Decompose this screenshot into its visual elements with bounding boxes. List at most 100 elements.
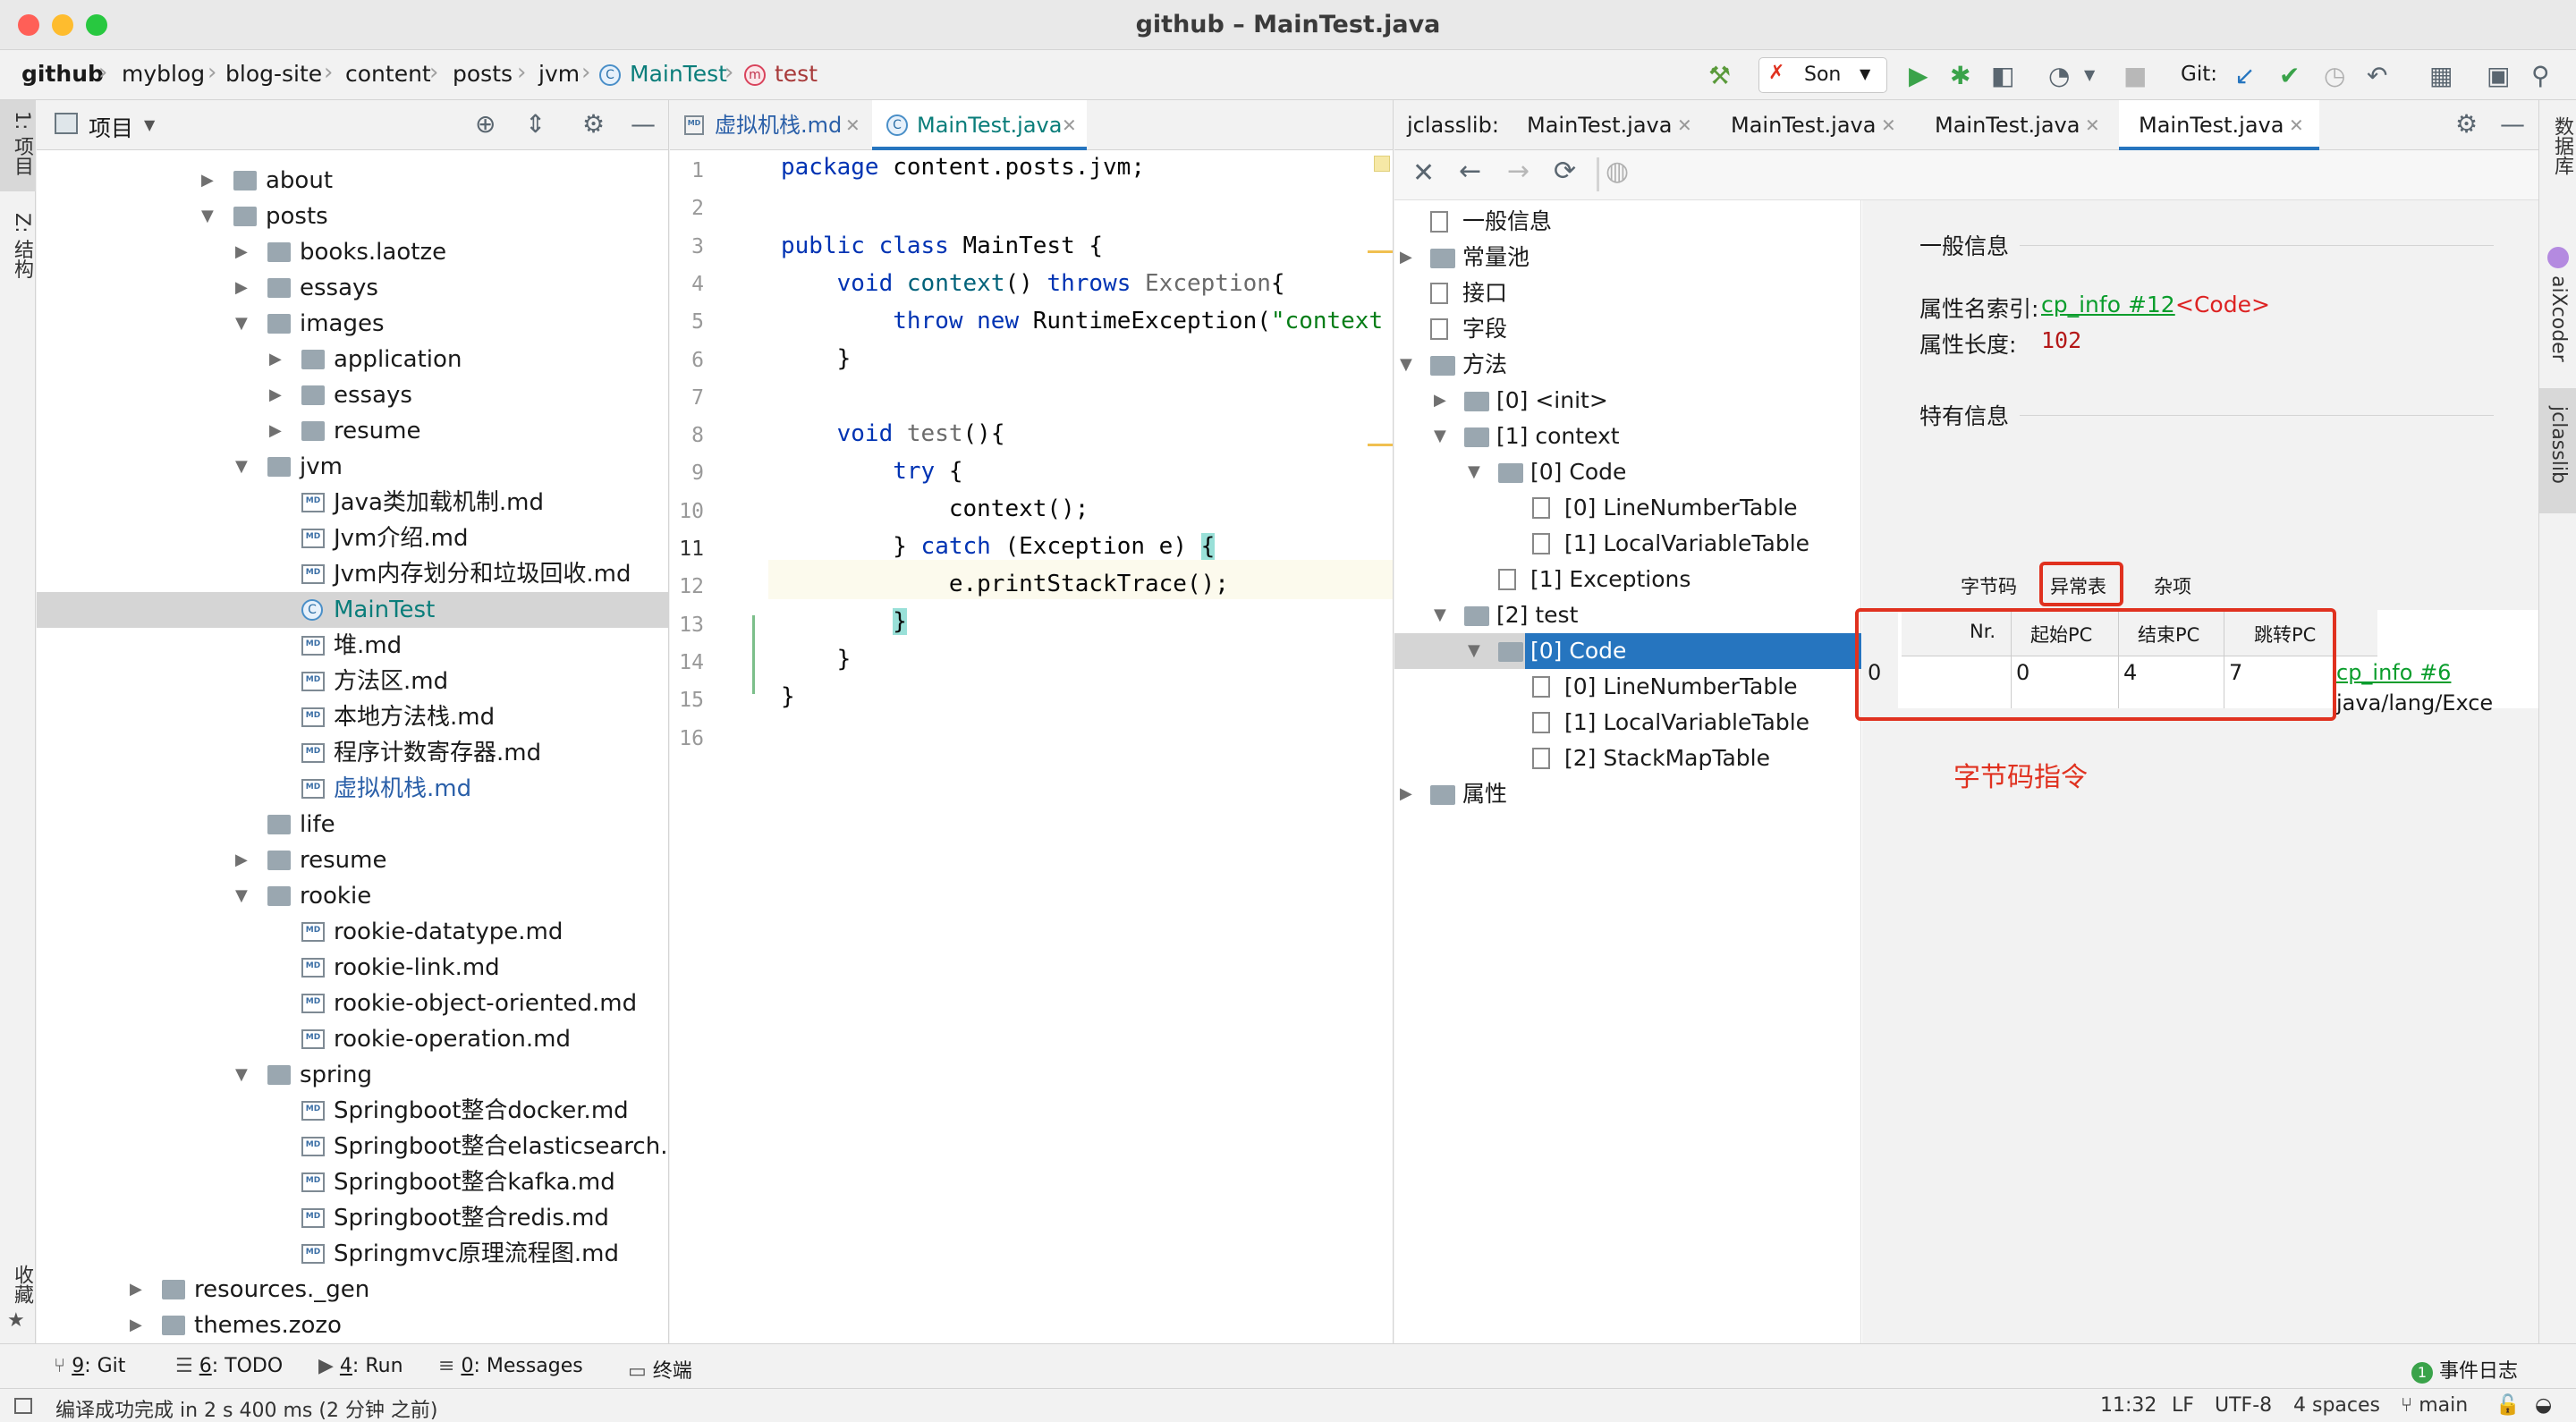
inspection-indicator[interactable] [1374,156,1390,172]
line-number[interactable]: 13 [670,614,704,637]
tool-tab-todo[interactable]: ☰ 6: TODO [175,1355,283,1377]
jclasslib-tab-1[interactable]: MainTest.java [1527,100,1672,150]
code-line-13[interactable]: } [781,608,907,635]
chevron-right-icon[interactable]: ▶ [269,413,282,449]
jclasslib-tree-node[interactable]: ▶ 属性 [1394,776,1861,812]
code-line-12[interactable]: e.printStackTrace(); [781,571,1229,597]
chevron-right-icon[interactable]: ▶ [201,163,214,199]
tree-folder[interactable]: ▶ resume [37,842,668,878]
tree-folder[interactable]: life [37,807,668,842]
jclasslib-tree-node[interactable]: ▼ 方法 [1394,347,1861,383]
profile-icon[interactable]: ◔ [2048,61,2070,90]
tree-folder[interactable]: ▶ essays [37,270,668,306]
code-line-9[interactable]: try { [781,458,962,485]
aixcoder-tool-button[interactable]: aiXcoder [2539,243,2576,368]
tree-folder[interactable]: ▼ rookie [37,878,668,914]
jclasslib-tree-node[interactable]: ▼ [0] Code [1394,454,1861,490]
project-structure-icon[interactable]: ▦ [2429,61,2453,90]
close-icon[interactable]: ✕ [2085,100,2100,150]
tree-file[interactable]: MD Springboot整合docker.md [37,1093,668,1129]
line-number[interactable]: 7 [670,386,704,410]
tree-file[interactable]: MD Springboot整合elasticsearch.md [37,1129,668,1164]
favorites-tool-button[interactable]: 收藏 ★ [0,1254,36,1334]
git-rollback-icon[interactable]: ↶ [2367,61,2387,90]
tree-file[interactable]: C MainTest [37,592,668,628]
forward-arrow-icon[interactable]: → [1507,156,1530,187]
locate-crosshair-icon[interactable]: ⊕ [475,109,496,139]
chevron-right-icon[interactable]: ▶ [1400,776,1412,812]
tree-folder[interactable]: ▶ resume [37,413,668,449]
status-message[interactable]: 编译成功完成 in 2 s 400 ms (2 分钟 之前) [55,1394,438,1422]
breadcrumb-github[interactable]: github [21,61,104,87]
chevron-right-icon[interactable]: ▶ [130,1272,142,1308]
caret-position[interactable]: 11:32 [2100,1394,2157,1417]
git-update-icon[interactable]: ↙ [2234,61,2255,90]
tree-folder[interactable]: ▼ posts [37,199,668,234]
breadcrumb-maintest[interactable]: MainTest [630,61,727,87]
tree-file[interactable]: MD rookie-link.md [37,950,668,986]
chevron-down-icon[interactable]: ▼ [235,449,248,485]
code-line-6[interactable]: } [781,345,852,372]
tree-folder[interactable]: ▶ resources._gen [37,1272,668,1308]
chevron-right-icon[interactable]: ▶ [235,234,248,270]
jclasslib-tree-node[interactable]: ▼ [1] context [1394,419,1861,454]
branch-indicator[interactable]: ⑂ main [2401,1394,2468,1417]
chevron-down-icon[interactable]: ▼ [1434,597,1446,633]
file-encoding[interactable]: UTF-8 [2215,1394,2272,1417]
tab-virtual-stack-md[interactable]: MD 虚拟机栈.md ✕ [670,100,870,150]
chevron-down-icon[interactable]: ▼ [1468,633,1480,669]
breadcrumb-test[interactable]: test [775,61,818,87]
build-hammer-icon[interactable]: ⚒ [1708,61,1731,90]
chevron-right-icon[interactable]: ▶ [235,270,248,306]
jclasslib-tree-node[interactable]: [2] StackMapTable [1394,741,1861,776]
line-number[interactable]: 9 [670,461,704,485]
indent-setting[interactable]: 4 spaces [2293,1394,2380,1417]
toggle-tool-windows-icon[interactable] [14,1398,32,1414]
jclasslib-tab-4-active[interactable]: MainTest.java ✕ [2119,100,2319,150]
profile-dropdown-icon[interactable]: ▼ [2084,66,2095,83]
jclasslib-tree-node[interactable]: [1] LocalVariableTable [1394,526,1861,562]
project-tool-button[interactable]: 1: 项目 [0,100,36,191]
jclasslib-tree-node[interactable]: ▼ [2] test [1394,597,1861,633]
stop-icon[interactable]: ■ [2123,61,2147,90]
code-line-10[interactable]: context(); [781,495,1089,522]
hide-panel-icon[interactable]: — [2500,109,2525,139]
tree-file[interactable]: MD 程序计数寄存器.md [37,735,668,771]
collapse-all-icon[interactable]: ⇕ [525,109,546,139]
tree-file[interactable]: MD 方法区.md [37,664,668,699]
tool-tab-git[interactable]: ⑂ 9: Git [54,1355,125,1377]
tree-folder[interactable]: ▼ jvm [37,449,668,485]
jclasslib-tree-node[interactable]: [1] LocalVariableTable [1394,705,1861,741]
event-log-button[interactable]: 1 事件日志 [2411,1355,2518,1384]
subtab-bytecode[interactable]: 字节码 [1961,572,2017,599]
chevron-right-icon[interactable]: ▶ [130,1308,142,1343]
jclasslib-tree-node[interactable]: ▼ [0] Code [1394,633,1861,669]
line-number[interactable]: 15 [670,689,704,712]
database-tool-button[interactable]: 数据库 [2539,109,2576,216]
jclasslib-tree-node[interactable]: 一般信息 [1394,204,1861,240]
close-icon[interactable]: ✕ [1062,100,1077,150]
close-icon[interactable]: ✕ [2289,100,2304,150]
code-line-5[interactable]: throw new RuntimeException("context [781,308,1383,334]
breadcrumb-jvm[interactable]: jvm [538,61,580,87]
git-history-icon[interactable]: ◷ [2324,61,2345,90]
tool-tab-run[interactable]: ▶ 4: Run [318,1355,403,1377]
code-line-14[interactable]: } [781,646,852,673]
coverage-icon[interactable]: ◧ [1991,61,2014,90]
chevron-right-icon[interactable]: ▶ [269,377,282,413]
tree-file[interactable]: MD 虚拟机栈.md [37,771,668,807]
tree-file[interactable]: MD Springboot整合redis.md [37,1200,668,1236]
line-number[interactable]: 6 [670,349,704,372]
breadcrumb-blog-site[interactable]: blog-site [225,61,322,87]
line-number[interactable]: 11 [670,537,704,561]
chevron-down-icon[interactable]: ▼ [1434,419,1446,454]
jclasslib-tab-2[interactable]: MainTest.java [1731,100,1876,150]
line-number[interactable]: 4 [670,273,704,296]
tree-folder[interactable]: ▶ application [37,342,668,377]
tree-file[interactable]: MD rookie-datatype.md [37,914,668,950]
tab-maintest-java[interactable]: C MainTest.java ✕ [872,100,1087,150]
git-commit-icon[interactable]: ✔ [2279,61,2300,90]
tree-file[interactable]: MD Jvm介绍.md [37,521,668,556]
jclasslib-tree-node[interactable]: [0] LineNumberTable [1394,669,1861,705]
run-icon[interactable]: ▶ [1909,61,1928,90]
